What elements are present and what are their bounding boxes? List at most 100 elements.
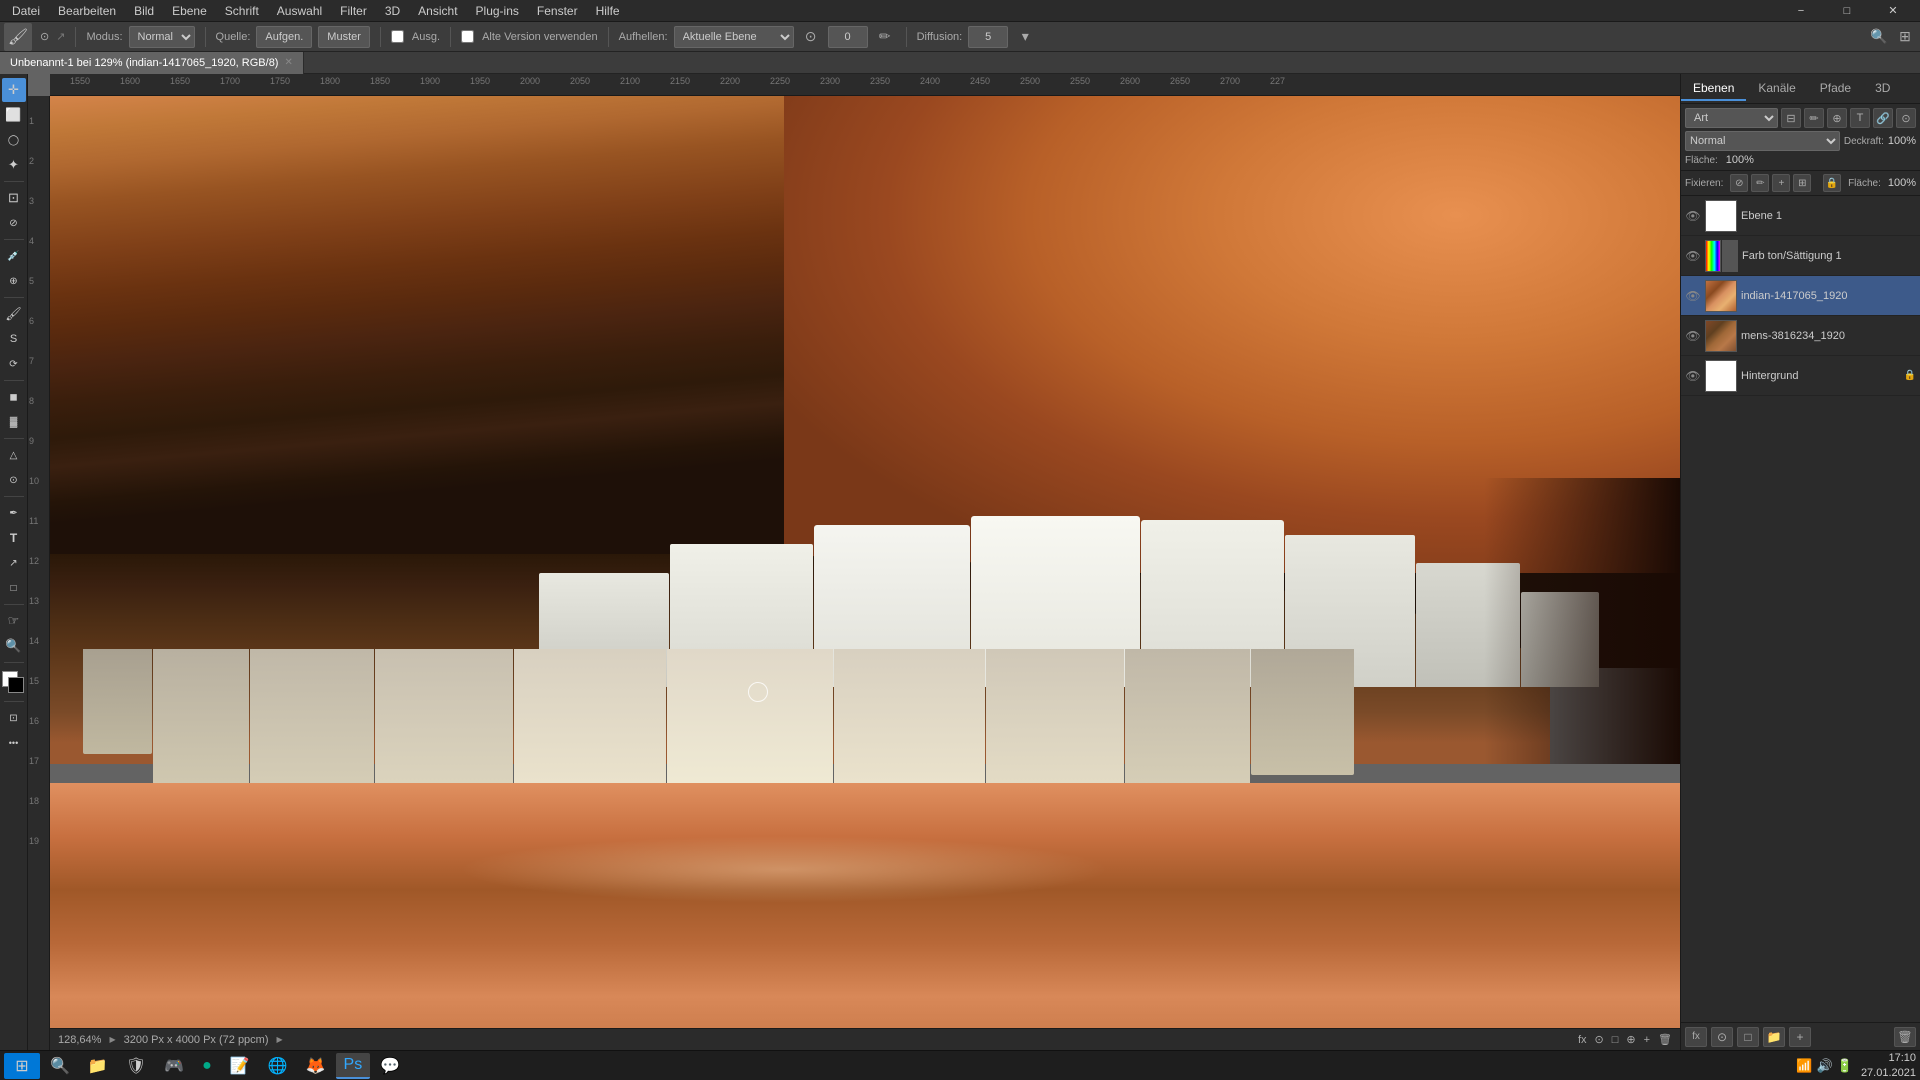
layer-item-ebene1[interactable]: 👁 Ebene 1 — [1681, 196, 1920, 236]
menu-bearbeiten[interactable]: Bearbeiten — [50, 2, 124, 20]
ausg-checkbox[interactable] — [391, 30, 404, 43]
taskbar-photoshop[interactable]: Ps — [336, 1053, 371, 1079]
close-button[interactable]: ✕ — [1870, 0, 1916, 22]
zoom-tool[interactable]: 🔍 — [2, 634, 26, 658]
clock[interactable]: 17:10 27.01.2021 — [1861, 1051, 1916, 1080]
dodge-tool[interactable]: ⊙ — [2, 468, 26, 492]
eraser-tool[interactable]: ◼ — [2, 385, 26, 409]
lock-artboard-btn[interactable]: ⊞ — [1793, 174, 1811, 192]
layer-link-icon[interactable]: 🔗 — [1873, 108, 1893, 128]
menu-schrift[interactable]: Schrift — [217, 2, 267, 20]
tab-kanaele[interactable]: Kanäle — [1746, 77, 1807, 101]
maximize-button[interactable]: □ — [1824, 0, 1870, 22]
shape-tool[interactable]: □ — [2, 576, 26, 600]
blur-tool[interactable]: △ — [2, 443, 26, 467]
minimize-button[interactable]: − — [1778, 0, 1824, 22]
layer-mask-icon[interactable]: T — [1850, 108, 1870, 128]
healing-brush-tool[interactable]: ⊕ — [2, 269, 26, 293]
brush-tool[interactable]: 🖌 — [2, 302, 26, 326]
foreground-color[interactable] — [8, 677, 24, 693]
layer-eye-ebene1[interactable]: 👁 — [1685, 208, 1701, 224]
delete-layer-button[interactable]: 🗑 — [1894, 1027, 1916, 1047]
marquee-tool[interactable]: ⬜ — [2, 103, 26, 127]
taskbar-search[interactable]: 🔍 — [42, 1053, 78, 1079]
diffusion-dropdown[interactable]: ▾ — [1014, 26, 1036, 48]
color-pair[interactable] — [2, 671, 26, 697]
menu-ebene[interactable]: Ebene — [164, 2, 215, 20]
type-tool[interactable]: T — [2, 526, 26, 550]
new-fill-adj-button[interactable]: ⊙ — [1711, 1027, 1733, 1047]
network-icon[interactable]: 📶 — [1796, 1058, 1812, 1074]
fx-button[interactable]: fx — [1685, 1027, 1707, 1047]
layer-kind-select[interactable]: Art — [1685, 108, 1778, 128]
muster-button[interactable]: Muster — [318, 26, 370, 48]
menu-auswahl[interactable]: Auswahl — [269, 2, 330, 20]
alte-version-checkbox[interactable] — [461, 30, 474, 43]
aufgen-button[interactable]: Aufgen. — [256, 26, 312, 48]
layer-new-icon[interactable]: ✏ — [1804, 108, 1824, 128]
lasso-tool[interactable]: ◯ — [2, 128, 26, 152]
current-tool-icon[interactable]: 🖌 — [4, 23, 32, 51]
taskbar-sticky[interactable]: 📝 — [222, 1053, 258, 1079]
menu-plugins[interactable]: Plug-ins — [468, 2, 527, 20]
layer-filter-icon[interactable]: ⊟ — [1781, 108, 1801, 128]
taskbar-firefox[interactable]: 🦊 — [298, 1053, 334, 1079]
tab-3d[interactable]: 3D — [1863, 77, 1902, 101]
lock-pixels-btn[interactable]: ✏ — [1751, 174, 1769, 192]
layer-eye-hintergrund[interactable]: 👁 — [1685, 368, 1701, 384]
layer-item-hintergrund[interactable]: 👁 Hintergrund 🔒 — [1681, 356, 1920, 396]
taskbar-xbox[interactable]: ● — [194, 1053, 220, 1079]
diffusion-input[interactable] — [968, 26, 1008, 48]
layer-item-indian[interactable]: 👁 indian-1417065_1920 — [1681, 276, 1920, 316]
battery-icon[interactable]: 🔋 — [1837, 1058, 1853, 1074]
menu-ansicht[interactable]: Ansicht — [410, 2, 465, 20]
clone-stamp-tool[interactable]: S — [2, 327, 26, 351]
document-tab[interactable]: Unbenannt-1 bei 129% (indian-1417065_192… — [0, 52, 304, 74]
extra-tools[interactable]: ••• — [2, 731, 26, 755]
hand-tool[interactable]: ☞ — [2, 609, 26, 633]
taskbar-game[interactable]: 🎮 — [156, 1053, 192, 1079]
taskbar-defender[interactable]: 🛡 — [118, 1053, 154, 1079]
start-button[interactable]: ⊞ — [4, 1053, 40, 1079]
new-layer-button[interactable]: + — [1789, 1027, 1811, 1047]
modus-select[interactable]: Normal — [129, 26, 195, 48]
eyedropper-tool[interactable]: 💉 — [2, 244, 26, 268]
lock-transparent-btn[interactable]: ⊘ — [1730, 174, 1748, 192]
slice-tool[interactable]: ⊘ — [2, 211, 26, 235]
layer-item-hue[interactable]: 👁 Farb ton/Sättigung 1 — [1681, 236, 1920, 276]
blend-mode-select[interactable]: Normal — [1685, 131, 1840, 151]
add-mask-button[interactable]: □ — [1737, 1027, 1759, 1047]
menu-fenster[interactable]: Fenster — [529, 2, 586, 20]
layer-item-mens[interactable]: 👁 mens-3816234_1920 — [1681, 316, 1920, 356]
tab-close-button[interactable]: ✕ — [284, 57, 292, 68]
crop-tool[interactable]: ⊡ — [2, 186, 26, 210]
menu-hilfe[interactable]: Hilfe — [588, 2, 628, 20]
magic-wand-tool[interactable]: ✦ — [2, 153, 26, 177]
menu-bild[interactable]: Bild — [126, 2, 162, 20]
menu-datei[interactable]: Datei — [4, 2, 48, 20]
layer-eye-mens[interactable]: 👁 — [1685, 328, 1701, 344]
move-tool[interactable]: ✛ — [2, 78, 26, 102]
search-icon[interactable]: 🔍 — [1868, 26, 1890, 48]
path-selection-tool[interactable]: ↗ — [2, 551, 26, 575]
sample-icon[interactable]: ⊙ — [800, 26, 822, 48]
gradient-tool[interactable]: ▓ — [2, 410, 26, 434]
quick-mask-tool[interactable]: ⊡ — [2, 706, 26, 730]
tab-pfade[interactable]: Pfade — [1808, 77, 1863, 101]
lock-all-btn[interactable]: 🔒 — [1823, 174, 1841, 192]
layer-eye-indian[interactable]: 👁 — [1685, 288, 1701, 304]
arrange-icon[interactable]: ⊞ — [1894, 26, 1916, 48]
canvas-area[interactable]: 1550 1600 1650 1700 1750 1800 1850 1900 … — [28, 74, 1680, 1050]
pen-pressure-icon[interactable]: ✏ — [874, 26, 896, 48]
angle-input[interactable] — [828, 26, 868, 48]
volume-icon[interactable]: 🔊 — [1817, 1058, 1833, 1074]
lock-position-btn[interactable]: + — [1772, 174, 1790, 192]
pen-tool[interactable]: ✒ — [2, 501, 26, 525]
aufhellen-select[interactable]: Aktuelle Ebene — [674, 26, 794, 48]
layer-toggle-icon[interactable]: ⊙ — [1896, 108, 1916, 128]
layer-adjust-icon[interactable]: ⊕ — [1827, 108, 1847, 128]
history-brush-tool[interactable]: ⟳ — [2, 352, 26, 376]
new-group-button[interactable]: 📁 — [1763, 1027, 1785, 1047]
taskbar-browser[interactable]: 🌐 — [260, 1053, 296, 1079]
layer-eye-hue[interactable]: 👁 — [1685, 248, 1701, 264]
